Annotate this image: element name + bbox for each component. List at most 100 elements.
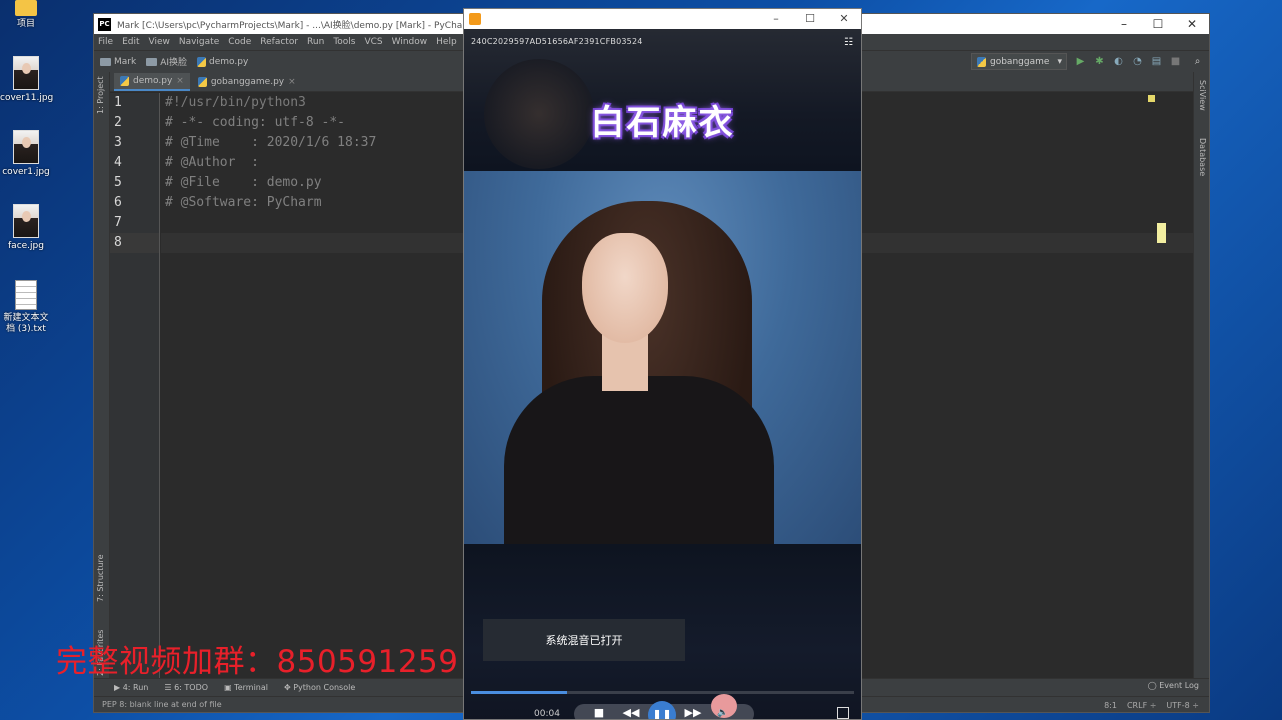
breadcrumb-label: AI换脸: [160, 58, 188, 68]
search-icon[interactable]: ⌕: [1192, 56, 1203, 67]
text-file-icon: [15, 280, 37, 310]
menu-vcs[interactable]: VCS: [364, 37, 382, 47]
code-line[interactable]: # @Author :: [165, 153, 259, 173]
image-file-icon: [13, 130, 39, 164]
event-log-label: Event Log: [1159, 681, 1199, 690]
line-number: 5: [114, 175, 122, 190]
line-number: 1: [114, 95, 122, 110]
status-message: PEP 8: blank line at end of file: [102, 700, 222, 709]
code-line[interactable]: # -*- coding: utf-8 -*-: [165, 113, 345, 133]
fullscreen-icon[interactable]: [837, 707, 849, 719]
database-tool-tab[interactable]: Database: [1198, 138, 1207, 176]
line-separator[interactable]: CRLF ÷: [1127, 701, 1156, 710]
run-config-label: gobanggame: [990, 56, 1050, 67]
profile-icon[interactable]: ◔: [1132, 56, 1143, 67]
desktop-icon-cover1[interactable]: cover1.jpg: [0, 130, 52, 178]
breadcrumb-file[interactable]: demo.py: [197, 56, 249, 67]
sciview-tool-tab[interactable]: SciView: [1198, 80, 1207, 111]
breadcrumb-label: Mark: [114, 56, 137, 67]
video-frame[interactable]: [464, 171, 861, 544]
menu-refactor[interactable]: Refactor: [260, 37, 298, 47]
menu-tools[interactable]: Tools: [333, 37, 355, 47]
minimize-icon[interactable]: –: [1107, 14, 1141, 34]
system-toast: 系统混音已打开: [483, 619, 685, 661]
close-tab-icon[interactable]: ×: [176, 76, 184, 86]
maximize-icon[interactable]: ☐: [793, 9, 827, 29]
volume-icon[interactable]: 🔈: [716, 706, 730, 719]
debug-icon[interactable]: ✱: [1094, 56, 1105, 67]
maximize-icon[interactable]: ☐: [1141, 14, 1175, 34]
tab-demo[interactable]: demo.py ×: [114, 73, 190, 91]
run-config-dropdown[interactable]: gobanggame ▾: [971, 53, 1067, 70]
rewind-icon[interactable]: ◀◀: [622, 706, 640, 719]
fast-forward-icon[interactable]: ▶▶: [684, 706, 702, 719]
folder-icon: [100, 57, 111, 66]
desktop-icon-face[interactable]: face.jpg: [0, 204, 52, 252]
run-icon[interactable]: ▶: [1075, 56, 1086, 67]
line-number-gutter: 1 2 3 4 5 6 7 8: [110, 93, 160, 678]
menu-help[interactable]: Help: [436, 37, 457, 47]
event-log-tab[interactable]: ◯ Event Log: [1148, 678, 1199, 694]
player-logo-icon: [469, 13, 481, 25]
code-line[interactable]: # @Software: PyCharm: [165, 193, 322, 213]
close-tab-icon[interactable]: ×: [288, 77, 296, 87]
close-icon[interactable]: ✕: [1175, 14, 1209, 34]
desktop-icon-folder[interactable]: 项目: [0, 0, 52, 30]
structure-tool-tab[interactable]: 7: Structure: [96, 554, 105, 602]
inspection-marker[interactable]: [1148, 95, 1155, 102]
close-icon[interactable]: ✕: [827, 9, 861, 29]
python-console-tool-tab[interactable]: ✥ Python Console: [284, 683, 355, 692]
code-line[interactable]: #!/usr/bin/python3: [165, 93, 306, 113]
warning-stripe-marker[interactable]: [1157, 223, 1166, 243]
player-title-bar[interactable]: – ☐ ✕: [464, 9, 861, 29]
tab-label: gobanggame.py: [210, 77, 285, 87]
todo-tool-tab[interactable]: ☰ 6: TODO: [164, 683, 208, 692]
file-encoding[interactable]: UTF-8 ÷: [1166, 701, 1199, 710]
terminal-tool-tab[interactable]: ▣ Terminal: [224, 683, 268, 692]
caret-position[interactable]: 8:1: [1104, 701, 1117, 710]
python-file-icon: [977, 56, 986, 67]
menu-view[interactable]: View: [149, 37, 170, 47]
desktop-icon-label: cover1.jpg: [2, 167, 50, 177]
code-line[interactable]: # @Time : 2020/1/6 18:37: [165, 133, 376, 153]
progress-bar[interactable]: [471, 691, 854, 694]
python-file-icon: [120, 76, 129, 86]
menu-file[interactable]: File: [98, 37, 113, 47]
python-file-icon: [197, 77, 207, 87]
python-file-icon: [197, 56, 207, 67]
menu-navigate[interactable]: Navigate: [179, 37, 219, 47]
coverage-icon[interactable]: ◐: [1113, 56, 1124, 67]
image-file-icon: [13, 204, 39, 238]
tool-tab-label: Terminal: [234, 683, 268, 692]
desktop-icon-label: 新建文本文档 (3).txt: [3, 313, 49, 334]
promo-text: 完整视频加群：850591259: [56, 644, 459, 680]
minimize-icon[interactable]: –: [759, 9, 793, 29]
menu-run[interactable]: Run: [307, 37, 324, 47]
breadcrumb-label: demo.py: [209, 56, 249, 67]
build-icon[interactable]: ▤: [1151, 56, 1162, 67]
run-tool-tab[interactable]: ▶ 4: Run: [114, 683, 148, 692]
body-shape: [504, 376, 774, 544]
code-line[interactable]: # @File : demo.py: [165, 173, 322, 193]
line-number: 7: [114, 215, 122, 230]
line-number: 4: [114, 155, 122, 170]
pycharm-logo-icon: PC: [98, 17, 111, 31]
tool-tab-label: 6: TODO: [174, 683, 209, 692]
tab-gobanggame[interactable]: gobanggame.py ×: [191, 73, 302, 91]
stop-icon[interactable]: ■: [592, 706, 606, 719]
desktop-icon-textfile[interactable]: 新建文本文档 (3).txt: [0, 280, 52, 335]
folder-icon: [146, 57, 158, 66]
desktop-icon-cover11[interactable]: cover11.jpg: [0, 56, 53, 104]
stop-icon[interactable]: ■: [1170, 56, 1181, 67]
menu-code[interactable]: Code: [228, 37, 251, 47]
menu-window[interactable]: Window: [392, 37, 428, 47]
playlist-icon[interactable]: ☷: [844, 37, 853, 48]
breadcrumb-project[interactable]: Mark: [100, 57, 136, 67]
line-number: 2: [114, 115, 122, 130]
project-tool-tab[interactable]: 1: Project: [96, 76, 105, 114]
video-filename: 240C2029597AD51656AF2391CFB03524: [471, 37, 643, 46]
menu-edit[interactable]: Edit: [122, 37, 139, 47]
desktop-icon-label: face.jpg: [8, 241, 44, 251]
tab-label: demo.py: [133, 76, 173, 86]
breadcrumb-folder[interactable]: AI换脸: [146, 55, 187, 68]
